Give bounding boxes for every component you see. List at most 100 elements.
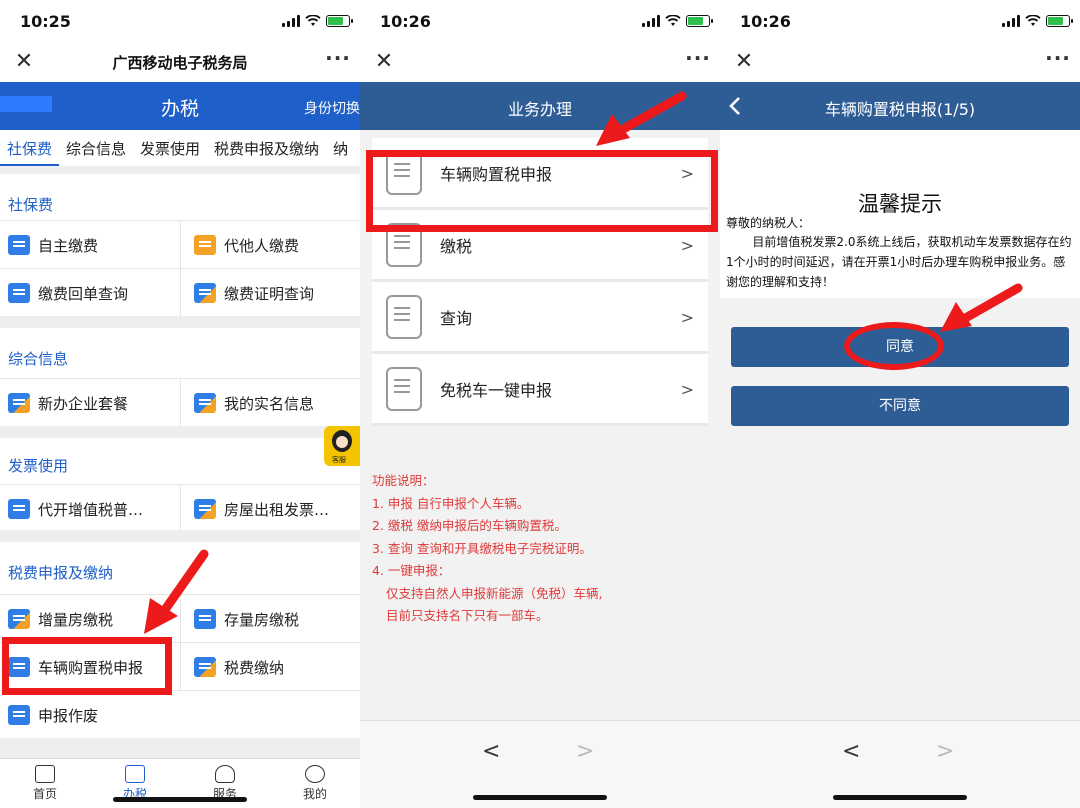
tab-tax-declare[interactable]: 税费申报及缴纳 [207,130,326,166]
status-time: 10:26 [380,12,431,31]
status-time: 10:25 [20,12,71,31]
grid-row: 新办企业套餐 我的实名信息 [0,378,360,427]
app-top-bar: ✕ ··· [360,44,720,82]
section-gap [0,738,360,758]
pay-for-others-item[interactable]: 代他人缴费 [194,221,356,269]
tax-payment-item[interactable]: 税费缴纳 [194,643,356,691]
chevron-right-icon: > [680,308,694,327]
section-gap [0,316,360,328]
page-title: 车辆购置税申报(1/5) [824,100,976,119]
id-card-icon [194,393,216,413]
status-icons [642,14,713,28]
nav-mine[interactable]: 我的 [270,759,360,808]
void-declaration-item[interactable]: 申报作废 [8,691,178,739]
status-bar: 10:26 [360,0,720,44]
signal-icon [1002,15,1020,27]
nav-home[interactable]: 首页 [0,759,90,808]
disagree-button[interactable]: 不同意 [731,386,1069,426]
wifi-icon [1025,15,1041,26]
status-icons [1002,14,1073,28]
more-icon[interactable]: ··· [684,46,712,74]
battery-icon [326,15,353,27]
agent-face-icon [332,430,352,452]
exempt-document-icon [386,366,422,411]
user-icon [305,765,325,783]
void-icon [8,705,30,725]
back-icon[interactable]: < [842,739,860,764]
wifi-icon [305,15,321,26]
highlight-box [2,637,172,695]
new-business-package-item[interactable]: 新办企业套餐 [8,379,178,427]
building-icon [194,499,216,519]
category-tabs: 社保费 综合信息 发票使用 税费申报及缴纳 纳 [0,130,360,166]
status-bar: 10:25 [0,0,360,44]
document-search-icon [194,283,216,303]
chevron-right-icon: > [680,236,694,255]
vat-invoice-item[interactable]: 代开增值税普… [8,485,178,533]
house-icon [8,609,30,629]
grid-row: 缴费回单查询 缴费证明查询 [0,268,360,317]
user-add-icon [8,393,30,413]
home-icon [35,765,55,783]
self-pay-item[interactable]: 自主缴费 [8,221,178,269]
wallet-icon [8,235,30,255]
rent-invoice-item[interactable]: 房屋出租发票… [194,485,356,533]
invoice-icon [8,499,30,519]
app-title: 广西移动电子税务局 [112,54,248,72]
status-bar: 10:26 [720,0,1080,44]
real-name-info-item[interactable]: 我的实名信息 [194,379,356,427]
battery-icon [1046,15,1073,27]
tab-more[interactable]: 纳 [326,130,355,166]
heart-icon [215,765,235,783]
receipt-query-item[interactable]: 缴费回单查询 [8,269,178,317]
back-icon[interactable]: < [482,739,500,764]
screen-tax-home: 10:25 ✕ 广西移动电子税务局 ··· 办税 身份切换 社保费 综合信息 发… [0,0,360,808]
notice-card: 温馨提示 尊敬的纳税人： 目前增值税发票2.0系统上线后，获取机动车发票数据存在… [720,130,1080,298]
section-gap [0,426,360,438]
tab-invoice[interactable]: 发票使用 [133,130,207,166]
home-indicator [113,797,247,802]
service-tax-free-declare[interactable]: 免税车一键申报 > [372,354,708,426]
more-icon[interactable]: ··· [1044,46,1072,74]
screen-business: 10:26 ✕ ··· 业务办理 车辆购置税申报 > 缴税 > 查询 > 免税车… [360,0,720,808]
home-indicator [473,795,607,800]
tax-header: 办税 身份切换 [0,82,360,130]
section-title: 发票使用 [8,457,69,475]
tab-general-info[interactable]: 综合信息 [59,130,133,166]
screen-notice: 10:26 ✕ ··· 车辆购置税申报(1/5) 温馨提示 尊敬的纳税人： 目前… [720,0,1080,808]
highlight-box [366,150,718,232]
signal-icon [282,15,300,27]
service-query[interactable]: 查询 > [372,282,708,354]
certificate-query-item[interactable]: 缴费证明查询 [194,269,356,317]
chevron-right-icon: > [680,380,694,399]
more-icon[interactable]: ··· [324,46,352,74]
app-top-bar: ✕ 广西移动电子税务局 ··· [0,44,360,82]
browser-nav-bar: < > [720,720,1080,808]
home-indicator [833,795,967,800]
page-header: 车辆购置税申报(1/5) [720,82,1080,130]
close-icon[interactable]: ✕ [370,48,398,76]
forward-icon[interactable]: > [936,739,954,764]
close-icon[interactable]: ✕ [730,48,758,76]
red-arrow-icon [144,549,209,634]
highlight-ellipse [844,322,944,370]
forward-icon[interactable]: > [576,739,594,764]
grid-row: 申报作废 [0,690,360,738]
red-arrow-icon [940,283,1023,332]
status-time: 10:26 [740,12,791,31]
tab-social-fee[interactable]: 社保费 [0,130,60,166]
signal-icon [642,15,660,27]
section-title: 社保费 [8,196,54,214]
tax-fee-icon [194,657,216,677]
function-notes: 功能说明： 1. 申报 自行申报个人车辆。 2. 缴税 缴纳申报后的车辆购置税。… [372,473,603,623]
customer-service-avatar[interactable]: 客服 [324,426,360,466]
receipt-icon [8,283,30,303]
section-title: 税费申报及缴纳 [8,564,114,582]
status-icons [282,14,353,28]
battery-icon [686,15,713,27]
section-gap [0,530,360,542]
identity-switch-button[interactable]: 身份切换 [304,98,360,118]
browser-nav-bar: < > [360,720,720,808]
red-arrow-icon [596,91,687,146]
wifi-icon [665,15,681,26]
